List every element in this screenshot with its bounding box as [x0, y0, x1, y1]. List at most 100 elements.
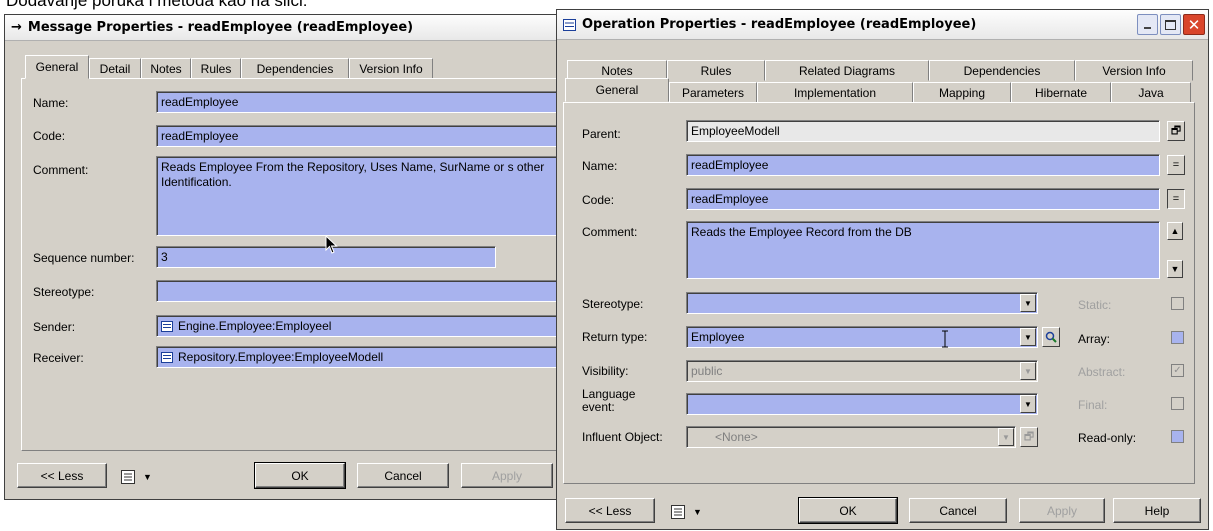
op-abstract-label: Abstract: [1078, 365, 1126, 379]
op-tab-parameters[interactable]: Parameters [669, 82, 757, 103]
msg-sequence-label: Sequence number: [33, 251, 135, 265]
op-language-event-dropdown-button[interactable]: ▼ [1020, 395, 1036, 413]
op-comment-scroll-down-button[interactable]: ▼ [1167, 260, 1183, 278]
op-influent-select[interactable]: <None> [686, 426, 1016, 448]
chevron-down-icon: ▼ [1024, 298, 1032, 308]
op-influent-dropdown-button[interactable]: ▼ [998, 428, 1014, 446]
magnifier-icon [1045, 331, 1057, 343]
message-window-title: Message Properties - readEmployee (readE… [27, 20, 414, 35]
op-return-type-select[interactable]: Employee [686, 326, 1038, 348]
msg-code-label: Code: [33, 129, 66, 143]
op-code-input[interactable]: readEmployee [686, 188, 1160, 210]
op-apply-button[interactable]: Apply [1019, 498, 1105, 523]
minimize-icon [1144, 27, 1151, 29]
msg-code-input[interactable]: readEmployee [156, 125, 559, 147]
msg-cancel-button[interactable]: Cancel [357, 463, 449, 488]
op-final-checkbox[interactable] [1171, 397, 1184, 410]
operation-titlebar[interactable]: Operation Properties - readEmployee (rea… [557, 10, 1208, 40]
chevron-down-icon: ▼ [1170, 264, 1180, 274]
msg-name-label: Name: [33, 96, 69, 110]
close-button[interactable]: ✕ [1183, 14, 1205, 35]
chevron-down-icon: ▼ [1002, 432, 1010, 442]
op-list-menu-button[interactable]: ▼ [671, 502, 715, 522]
msg-comment-textarea[interactable]: Reads Employee From the Repository, Uses… [156, 156, 559, 236]
object-icon [161, 352, 173, 364]
op-stereotype-select[interactable] [686, 292, 1038, 314]
op-readonly-label: Read-only: [1078, 431, 1137, 445]
op-tab-dependencies[interactable]: Dependencies [929, 60, 1075, 81]
document-caption: Dodavanje poruka i metoda kao na slici: [6, 0, 308, 10]
checkmark-icon: ✓ [1173, 365, 1182, 376]
operation-properties-window: Operation Properties - readEmployee (rea… [556, 9, 1209, 530]
msg-list-menu-button[interactable]: ▼ [121, 467, 165, 487]
chevron-down-icon: ▼ [1024, 332, 1032, 342]
op-less-button[interactable]: << Less [565, 498, 655, 523]
chevron-down-icon: ▼ [693, 507, 702, 517]
list-icon [671, 505, 685, 519]
op-comment-textarea[interactable]: Reads the Employee Record from the DB [686, 221, 1160, 279]
minimize-button[interactable] [1137, 14, 1158, 35]
op-stereotype-dropdown-button[interactable]: ▼ [1020, 294, 1036, 312]
msg-stereotype-input[interactable] [156, 280, 559, 302]
op-ok-button[interactable]: OK [798, 497, 898, 524]
op-influent-properties-button[interactable]: 🗗 [1020, 427, 1038, 447]
maximize-button[interactable] [1160, 14, 1181, 35]
op-abstract-checkbox[interactable]: ✓ [1171, 364, 1184, 377]
op-visibility-dropdown-button[interactable]: ▼ [1020, 362, 1036, 380]
op-static-checkbox[interactable] [1171, 297, 1184, 310]
msg-sender-field[interactable]: Engine.Employee:Employeel [156, 315, 559, 337]
op-return-type-browse-button[interactable] [1042, 327, 1060, 347]
op-return-type-dropdown-button[interactable]: ▼ [1020, 328, 1036, 346]
op-visibility-select[interactable]: public [686, 360, 1038, 382]
op-language-event-select[interactable] [686, 393, 1038, 415]
op-code-label: Code: [582, 193, 615, 207]
msg-tab-rules[interactable]: Rules [191, 58, 241, 79]
op-comment-scroll-up-button[interactable]: ▲ [1167, 222, 1183, 240]
msg-name-input[interactable]: readEmployee [156, 91, 559, 113]
msg-tab-general[interactable]: General [25, 55, 89, 79]
op-influent-value: <None> [715, 430, 758, 444]
text-cursor-icon [942, 330, 948, 348]
op-tab-hibernate[interactable]: Hibernate [1011, 82, 1111, 103]
msg-less-button[interactable]: << Less [17, 463, 107, 488]
equals-icon: = [1172, 193, 1180, 205]
maximize-icon [1165, 19, 1176, 30]
message-titlebar[interactable]: → Message Properties - readEmployee (rea… [5, 15, 559, 41]
chevron-down-icon: ▼ [1024, 399, 1032, 409]
op-readonly-checkbox[interactable] [1171, 430, 1184, 443]
msg-ok-button[interactable]: OK [254, 462, 346, 489]
arrow-icon: → [11, 20, 22, 35]
op-tab-implementation[interactable]: Implementation [757, 82, 913, 103]
msg-receiver-label: Receiver: [33, 351, 84, 365]
equals-icon: = [1172, 159, 1180, 171]
op-tab-java[interactable]: Java [1111, 82, 1191, 103]
op-influent-label: Influent Object: [582, 430, 663, 444]
op-cancel-button[interactable]: Cancel [909, 498, 1007, 523]
op-stereotype-label: Stereotype: [582, 297, 644, 311]
op-tab-version-info[interactable]: Version Info [1075, 60, 1193, 81]
op-name-equals-button[interactable]: = [1167, 155, 1185, 175]
msg-tab-dependencies[interactable]: Dependencies [241, 58, 349, 79]
op-static-label: Static: [1078, 298, 1112, 312]
op-tab-general[interactable]: General [565, 78, 669, 102]
message-properties-window: → Message Properties - readEmployee (rea… [4, 14, 560, 500]
msg-receiver-field[interactable]: Repository.Employee:EmployeeModell [156, 346, 559, 368]
op-array-label: Array: [1078, 332, 1111, 346]
op-visibility-label: Visibility: [582, 364, 629, 378]
op-tab-mapping[interactable]: Mapping [913, 82, 1011, 103]
op-parent-properties-button[interactable]: 🗗 [1167, 121, 1185, 141]
msg-tab-notes[interactable]: Notes [141, 58, 191, 79]
chevron-down-icon: ▼ [1024, 366, 1032, 376]
op-name-input[interactable]: readEmployee [686, 154, 1160, 176]
op-final-label: Final: [1078, 398, 1108, 412]
msg-apply-button[interactable]: Apply [461, 463, 553, 488]
mouse-pointer-icon [325, 235, 338, 254]
op-help-button[interactable]: Help [1113, 498, 1201, 523]
op-tab-rules[interactable]: Rules [667, 60, 765, 81]
op-array-checkbox[interactable] [1171, 331, 1184, 344]
op-tab-related-diagrams[interactable]: Related Diagrams [765, 60, 929, 81]
msg-tab-detail[interactable]: Detail [89, 58, 141, 79]
msg-tab-version-info[interactable]: Version Info [349, 58, 433, 79]
op-code-equals-button[interactable]: = [1167, 189, 1185, 209]
msg-comment-label: Comment: [33, 163, 89, 177]
